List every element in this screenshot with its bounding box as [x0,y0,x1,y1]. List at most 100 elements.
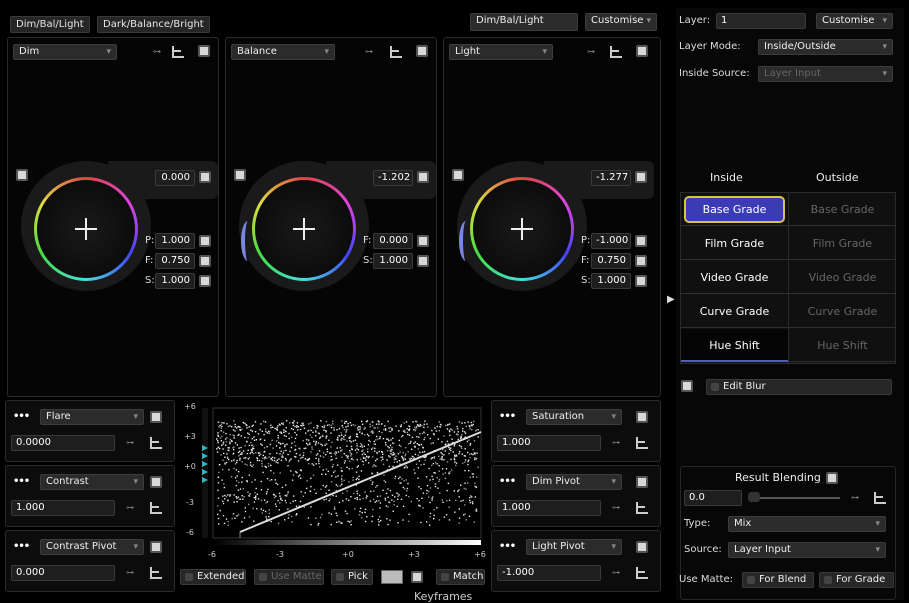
reset-icon[interactable] [417,255,429,267]
reset-icon[interactable] [199,275,211,287]
reset-icon[interactable] [150,541,162,553]
keyframe-icon[interactable]: ⊶ [123,437,137,449]
reset-icon[interactable] [681,380,693,392]
outside-base-grade[interactable]: Base Grade [789,193,896,226]
reset-icon[interactable] [16,169,28,181]
reset-icon[interactable] [636,541,648,553]
preset-field[interactable]: Dim/Bal/Light [470,13,578,31]
reset-icon[interactable] [635,171,647,183]
layer-mode-dropdown[interactable]: Inside/Outside [758,39,893,55]
light-pivot-dropdown[interactable]: Light Pivot [526,539,622,555]
contrast-pivot-value[interactable]: 0.000 [11,565,115,581]
keyframe-icon[interactable]: ⊶ [123,502,137,514]
light-wheel-dropdown[interactable]: Light [449,44,553,60]
keyframe-icon[interactable]: ⊶ [150,46,164,58]
graph-icon[interactable] [610,46,622,58]
light-p-value[interactable]: -1.000 [591,233,631,249]
layer-field[interactable]: 1 [716,13,806,29]
keyframe-icon[interactable]: ⊶ [123,567,137,579]
dim-wheel-dropdown[interactable]: Dim [13,44,117,60]
inside-base-grade[interactable]: Base Grade [681,193,788,226]
reset-icon[interactable] [150,411,162,423]
graph-icon[interactable] [636,437,648,449]
dots-icon[interactable]: ••• [13,541,30,552]
source-dropdown[interactable]: Layer Input [728,542,886,558]
blend-slider-handle[interactable] [748,492,760,502]
balance-wheel-dropdown[interactable]: Balance [231,44,335,60]
tab-dim-bal-light[interactable]: Dim/Bal/Light [10,16,90,33]
reset-icon[interactable] [199,171,211,183]
contrast-pivot-dropdown[interactable]: Contrast Pivot [40,539,144,555]
reset-icon[interactable] [636,411,648,423]
inside-curve-grade[interactable]: Curve Grade [681,295,788,328]
graph-icon[interactable] [150,567,162,579]
match-button[interactable]: Match [436,569,485,585]
keyframe-icon[interactable]: ⊶ [584,46,598,58]
dim-pivot-dropdown[interactable]: Dim Pivot [526,474,622,490]
reset-icon[interactable] [199,235,211,247]
reset-icon[interactable] [150,476,162,488]
saturation-value[interactable]: 1.000 [497,435,601,451]
dim-master-value[interactable]: 0.000 [155,170,195,186]
outside-video-grade[interactable]: Video Grade [789,261,896,294]
graph-icon[interactable] [150,437,162,449]
inside-film-grade[interactable]: Film Grade [681,227,788,260]
reset-icon[interactable] [635,275,647,287]
keyframe-icon[interactable]: ⊶ [609,502,623,514]
flare-value[interactable]: 0.0000 [11,435,115,451]
graph-icon[interactable] [172,46,184,58]
reset-icon[interactable] [636,476,648,488]
light-arc-indicator[interactable] [459,221,473,261]
preset-customise-dropdown[interactable]: Customise [585,13,657,31]
reset-icon[interactable] [452,169,464,181]
dim-pivot-value[interactable]: 1.000 [497,500,601,516]
dots-icon[interactable]: ••• [499,476,516,487]
outside-curve-grade[interactable]: Curve Grade [789,295,896,328]
flare-dropdown[interactable]: Flare [40,409,144,425]
dim-p-value[interactable]: 1.000 [155,233,195,249]
keyframe-icon[interactable]: ⊶ [848,492,862,504]
type-dropdown[interactable]: Mix [728,516,886,532]
balance-s-value[interactable]: 1.000 [373,253,413,269]
for-grade-button[interactable]: For Grade [819,572,894,588]
luma-scope[interactable] [180,400,485,570]
reset-icon[interactable] [198,45,210,57]
dim-f-value[interactable]: 0.750 [155,253,195,269]
graph-icon[interactable] [874,492,886,504]
graph-icon[interactable] [636,502,648,514]
reset-icon[interactable] [635,255,647,267]
reset-icon[interactable] [826,472,838,484]
balance-f-value[interactable]: 0.000 [373,233,413,249]
graph-icon[interactable] [150,502,162,514]
inside-video-grade[interactable]: Video Grade [681,261,788,294]
reset-icon[interactable] [417,171,429,183]
graph-icon[interactable] [390,46,402,58]
keyframe-icon[interactable]: ⊶ [609,567,623,579]
light-pivot-value[interactable]: -1.000 [497,565,601,581]
light-master-value[interactable]: -1.277 [591,170,631,186]
edit-blur-button[interactable]: Edit Blur [706,379,892,395]
reset-icon[interactable] [635,235,647,247]
reset-icon[interactable] [199,255,211,267]
reset-icon[interactable] [411,571,423,583]
light-f-value[interactable]: 0.750 [591,253,631,269]
for-blend-button[interactable]: For Blend [742,572,814,588]
crosshair-icon[interactable] [511,218,533,240]
blend-value[interactable]: 0.0 [684,490,742,506]
tab-dark-balance-bright[interactable]: Dark/Balance/Bright [97,16,210,33]
blend-slider[interactable] [748,497,840,499]
layer-customise-dropdown[interactable]: Customise [816,13,893,29]
contrast-value[interactable]: 1.000 [11,500,115,516]
pick-button[interactable]: Pick [331,569,373,585]
reset-icon[interactable] [416,45,428,57]
dim-s-value[interactable]: 1.000 [155,273,195,289]
dots-icon[interactable]: ••• [499,411,516,422]
outside-hue-shift[interactable]: Hue Shift [789,329,896,362]
inside-hue-shift[interactable]: Hue Shift [681,329,788,362]
reset-icon[interactable] [234,169,246,181]
reset-icon[interactable] [417,235,429,247]
graph-icon[interactable] [636,567,648,579]
dots-icon[interactable]: ••• [13,411,30,422]
balance-arc-indicator[interactable] [241,221,255,261]
reset-icon[interactable] [636,45,648,57]
